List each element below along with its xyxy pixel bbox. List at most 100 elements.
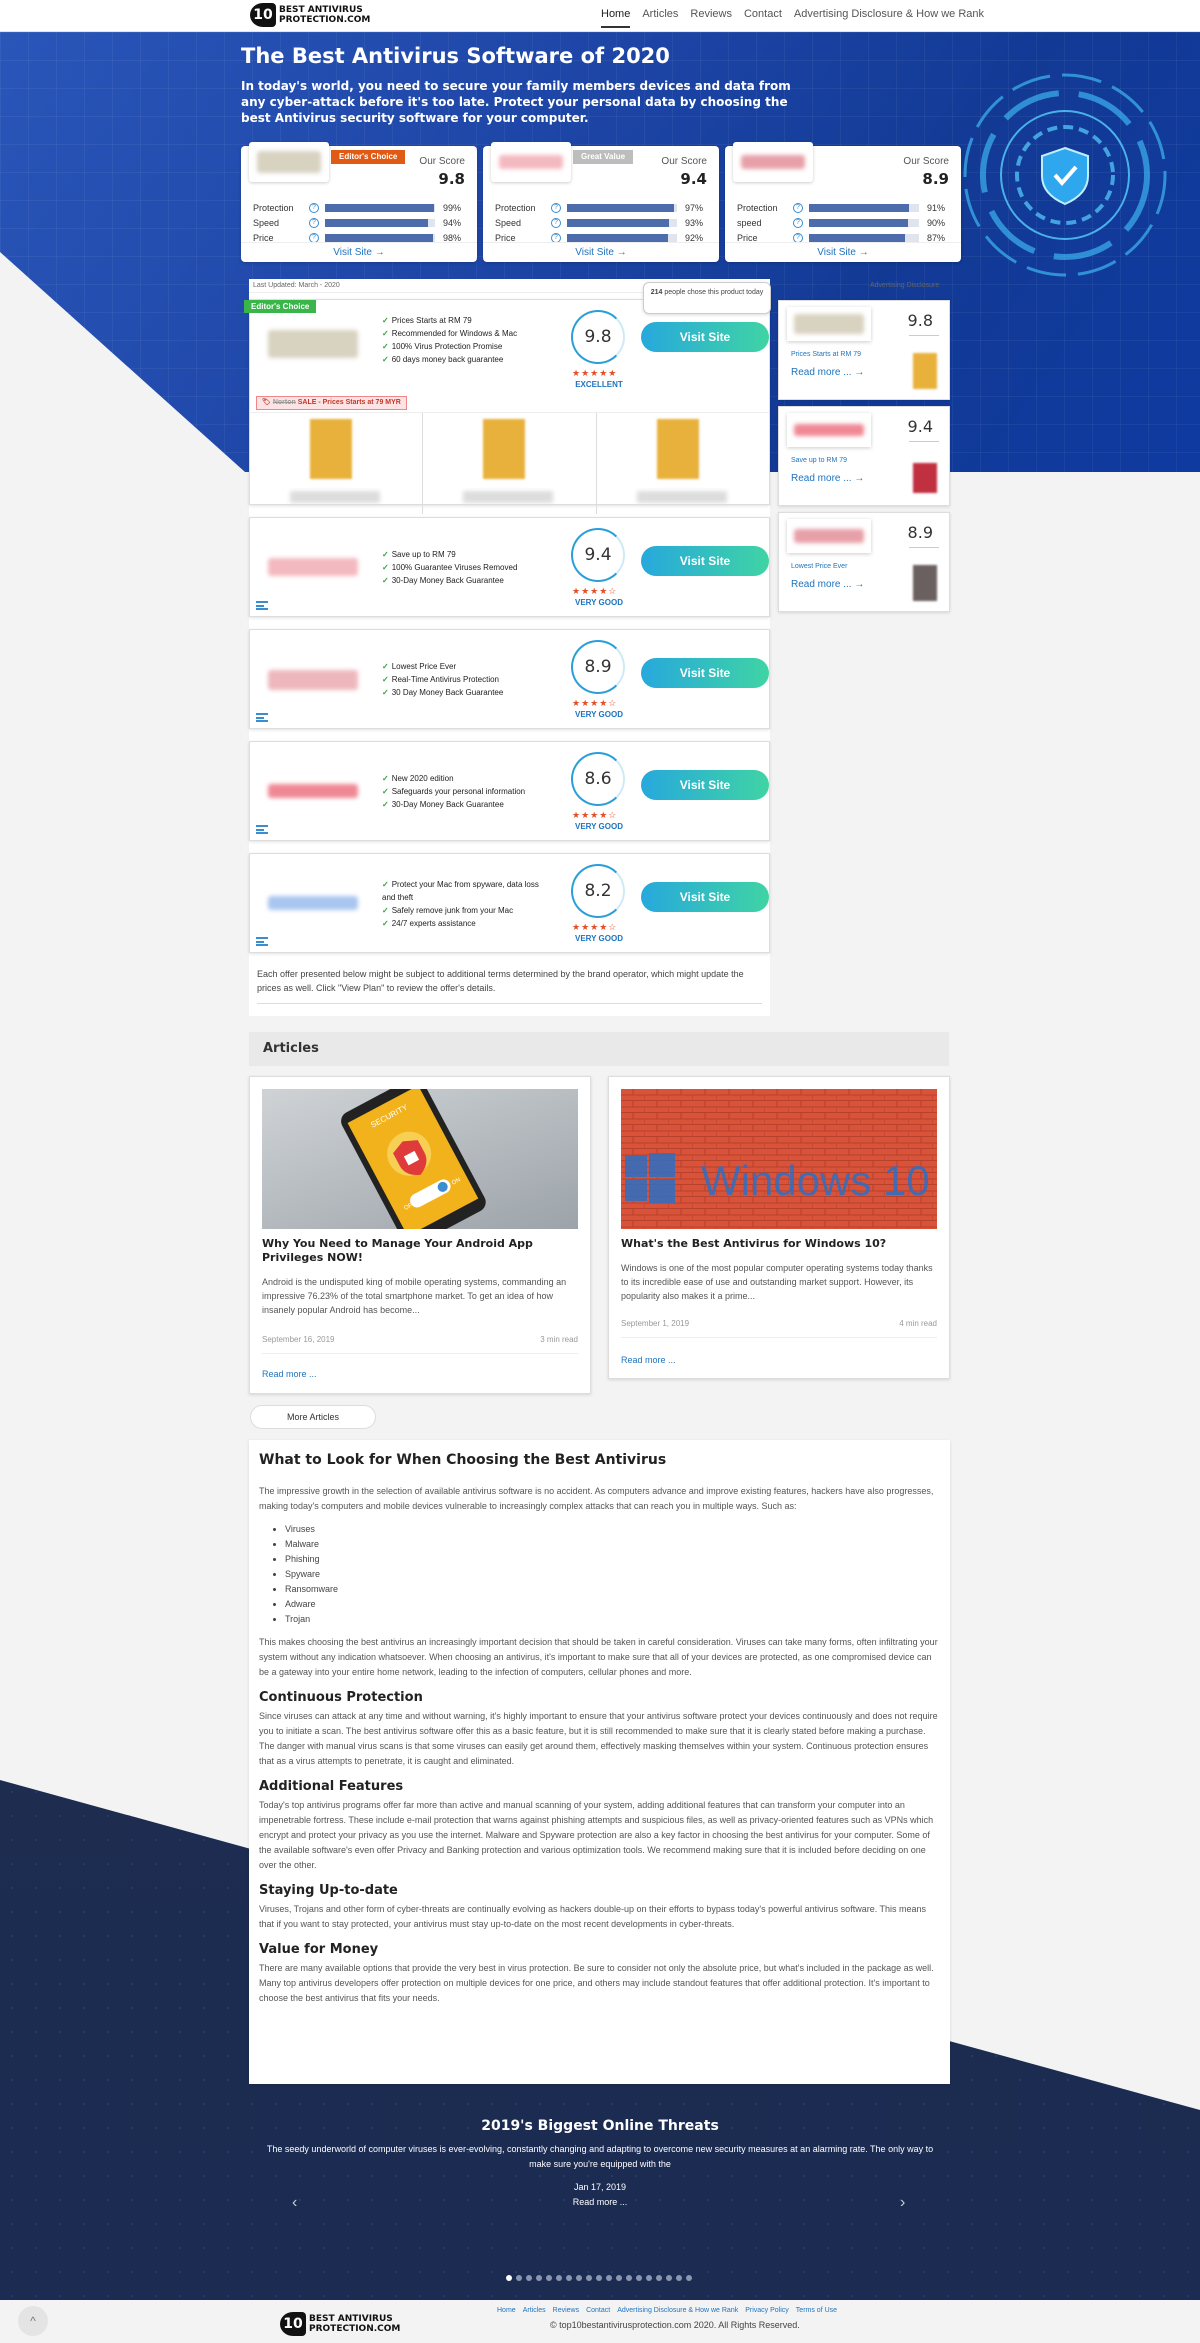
carousel-dot[interactable] bbox=[686, 2275, 692, 2281]
read-more-link[interactable]: Read more ... → bbox=[791, 579, 864, 590]
brand-logo bbox=[268, 330, 358, 358]
footer-link-articles[interactable]: Articles bbox=[523, 2307, 546, 2314]
rating-label: VERY GOOD bbox=[574, 710, 623, 719]
carousel-dot[interactable] bbox=[506, 2275, 512, 2281]
brand-logo bbox=[249, 142, 329, 182]
sidebar-card[interactable]: 8.9 Lowest Price Ever Read more ... → bbox=[778, 512, 950, 612]
check-icon: ✓ bbox=[382, 329, 389, 338]
main-nav: Home Articles Reviews Contact Advertisin… bbox=[601, 8, 984, 28]
top-card[interactable]: Editor's Choice Our Score 9.8 Protection… bbox=[241, 142, 477, 262]
nav-home[interactable]: Home bbox=[601, 8, 631, 28]
carousel-dots bbox=[506, 2275, 692, 2281]
info-icon[interactable]: ? bbox=[551, 217, 561, 228]
logo-wordmark: BEST ANTIVIRUS PROTECTION.COM bbox=[279, 5, 371, 25]
menu-icon[interactable] bbox=[256, 825, 268, 834]
read-more-link[interactable]: Read more ... → bbox=[791, 473, 864, 484]
visit-site-button[interactable]: Visit Site bbox=[641, 770, 769, 800]
more-articles-button[interactable]: More Articles bbox=[250, 1405, 376, 1429]
footer-link-disclosure[interactable]: Advertising Disclosure & How we Rank bbox=[617, 2307, 738, 2314]
read-more-link[interactable]: Read more ... bbox=[262, 1369, 317, 1379]
article-card[interactable]: SECURITY OFF ON Why You Need to Manage Y… bbox=[249, 1076, 591, 1394]
carousel-dot[interactable] bbox=[566, 2275, 572, 2281]
read-more-link[interactable]: Read more ... bbox=[621, 1355, 676, 1365]
chevron-left-icon[interactable]: ‹ bbox=[292, 2194, 297, 2212]
info-icon[interactable]: ? bbox=[793, 232, 803, 243]
carousel-dot[interactable] bbox=[596, 2275, 602, 2281]
carousel-dot[interactable] bbox=[586, 2275, 592, 2281]
visit-site-link[interactable]: Visit Site → bbox=[241, 242, 477, 258]
footer-link-privacy[interactable]: Privacy Policy bbox=[745, 2307, 789, 2314]
guide-intro: The impressive growth in the selection o… bbox=[259, 1486, 934, 1511]
info-icon[interactable]: ? bbox=[793, 202, 803, 213]
carousel-dot[interactable] bbox=[656, 2275, 662, 2281]
advertising-disclosure-link[interactable]: Advertising Disclosure bbox=[870, 282, 939, 289]
menu-icon[interactable] bbox=[256, 601, 268, 610]
metric-bars: Protection? 97% Speed? 93% Price? 92% bbox=[495, 200, 709, 245]
list-item: Spyware bbox=[285, 1567, 940, 1582]
sidebar-card[interactable]: 9.4 Save up to RM 79 Read more ... → bbox=[778, 406, 950, 506]
star-rating: ★★★★☆ bbox=[572, 698, 618, 708]
footer-link-reviews[interactable]: Reviews bbox=[553, 2307, 579, 2314]
list-item: Viruses bbox=[285, 1522, 940, 1537]
info-icon[interactable]: ? bbox=[309, 217, 319, 228]
footer-logo[interactable]: 10 BEST ANTIVIRUS PROTECTION.COM bbox=[280, 2312, 400, 2336]
article-title[interactable]: What's the Best Antivirus for Windows 10… bbox=[621, 1237, 937, 1251]
windows-logo-illustration: Windows 10 bbox=[621, 1089, 937, 1229]
footer-link-terms[interactable]: Terms of Use bbox=[796, 2307, 837, 2314]
info-icon[interactable]: ? bbox=[793, 217, 803, 228]
visit-site-link[interactable]: Visit Site → bbox=[483, 242, 719, 258]
chevron-right-icon[interactable]: › bbox=[900, 2194, 905, 2212]
carousel-dot[interactable] bbox=[646, 2275, 652, 2281]
sidebar-card[interactable]: 9.8 Prices Starts at RM 79 Read more ...… bbox=[778, 300, 950, 400]
footer-link-home[interactable]: Home bbox=[497, 2307, 516, 2314]
carousel-dot[interactable] bbox=[606, 2275, 612, 2281]
nav-reviews[interactable]: Reviews bbox=[690, 8, 732, 28]
carousel-dot[interactable] bbox=[526, 2275, 532, 2281]
visit-site-button[interactable]: Visit Site bbox=[641, 658, 769, 688]
carousel-dot[interactable] bbox=[626, 2275, 632, 2281]
article-card[interactable]: Windows 10 What's the Best Antivirus for… bbox=[608, 1076, 950, 1379]
carousel-dot[interactable] bbox=[536, 2275, 542, 2281]
nav-disclosure[interactable]: Advertising Disclosure & How we Rank bbox=[794, 8, 984, 28]
score-circle: 9.4 bbox=[571, 528, 625, 582]
scroll-top-icon[interactable]: ^ bbox=[18, 2306, 48, 2336]
visit-site-link[interactable]: Visit Site → bbox=[725, 242, 961, 258]
carousel-dot[interactable] bbox=[666, 2275, 672, 2281]
carousel-dot[interactable] bbox=[636, 2275, 642, 2281]
carousel-dot[interactable] bbox=[576, 2275, 582, 2281]
check-icon: ✓ bbox=[382, 342, 389, 351]
top-card[interactable]: Great Value Our Score 9.4 Protection? 97%… bbox=[483, 142, 719, 262]
info-icon[interactable]: ? bbox=[551, 232, 561, 243]
score-circle: 8.6 bbox=[571, 752, 625, 806]
info-icon[interactable]: ? bbox=[309, 232, 319, 243]
top-card[interactable]: Our Score 8.9 Protection? 91% speed? 90% P… bbox=[725, 142, 961, 262]
footer-link-contact[interactable]: Contact bbox=[586, 2307, 610, 2314]
product-box[interactable] bbox=[423, 413, 597, 514]
info-icon[interactable]: ? bbox=[309, 202, 319, 213]
visit-site-button[interactable]: Visit Site bbox=[641, 546, 769, 576]
visit-site-button[interactable]: Visit Site bbox=[641, 882, 769, 912]
threats-read-more[interactable]: Read more ... bbox=[0, 2197, 1200, 2207]
list-item: Phishing bbox=[285, 1552, 940, 1567]
menu-icon[interactable] bbox=[256, 937, 268, 946]
menu-icon[interactable] bbox=[256, 713, 268, 722]
product-box[interactable] bbox=[597, 413, 769, 514]
read-more-link[interactable]: Read more ... → bbox=[791, 367, 864, 378]
visit-site-button[interactable]: Visit Site bbox=[641, 322, 769, 352]
carousel-dot[interactable] bbox=[556, 2275, 562, 2281]
carousel-dot[interactable] bbox=[676, 2275, 682, 2281]
nav-articles[interactable]: Articles bbox=[642, 8, 678, 28]
carousel-dot[interactable] bbox=[516, 2275, 522, 2281]
popularity-tooltip: 214 people chose this product today bbox=[643, 282, 771, 314]
rating-label: VERY GOOD bbox=[574, 822, 623, 831]
carousel-dot[interactable] bbox=[616, 2275, 622, 2281]
threat-list: Viruses Malware Phishing Spyware Ransomw… bbox=[285, 1522, 940, 1627]
article-title[interactable]: Why You Need to Manage Your Android App … bbox=[262, 1237, 578, 1265]
product-box[interactable] bbox=[250, 413, 424, 514]
info-icon[interactable]: ? bbox=[551, 202, 561, 213]
metric-row: Speed? 94% bbox=[253, 217, 462, 228]
site-logo[interactable]: 10 BEST ANTIVIRUS PROTECTION.COM bbox=[250, 3, 370, 27]
nav-contact[interactable]: Contact bbox=[744, 8, 782, 28]
score-value: 9.8 bbox=[907, 311, 933, 330]
carousel-dot[interactable] bbox=[546, 2275, 552, 2281]
